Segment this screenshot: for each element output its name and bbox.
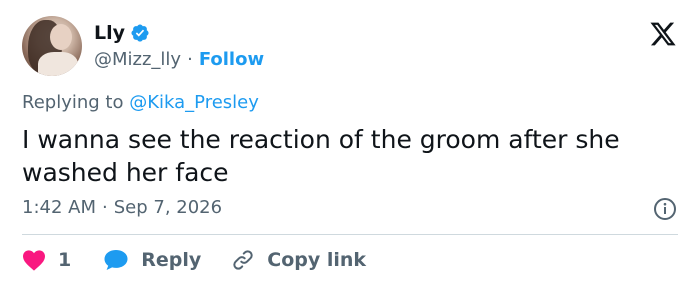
divider (22, 234, 678, 235)
verified-badge-icon (131, 24, 149, 42)
x-logo-icon[interactable] (648, 20, 678, 48)
link-icon (233, 250, 253, 270)
reply-mention-link[interactable]: @Kika_Presley (129, 92, 259, 113)
tweet-text: I wanna see the reaction of the groom af… (22, 125, 620, 187)
heart-icon (23, 250, 45, 271)
avatar[interactable] (22, 16, 82, 76)
replying-to-prefix: Replying to (22, 92, 124, 113)
copy-link-button[interactable]: Copy link (231, 248, 366, 272)
reply-label: Reply (141, 249, 202, 271)
avatar-face (50, 24, 72, 50)
tweet-date[interactable]: Sep 7, 2026 (114, 197, 222, 218)
tweet-timestamp[interactable]: 1:42 AM · Sep 7, 2026 (22, 197, 222, 218)
author-name-row: Lly (94, 20, 150, 46)
like-button[interactable]: 1 (22, 249, 71, 271)
info-icon[interactable] (653, 197, 677, 221)
author-handle-row: @Mizz_lly · Follow (94, 49, 264, 70)
copy-link-label: Copy link (267, 249, 367, 271)
author-name[interactable]: Lly (94, 22, 125, 44)
separator-dot: · (102, 197, 108, 218)
tweet-embed-card: Lly @Mizz_lly · Follow Replying to @Kika… (0, 0, 700, 287)
speech-bubble-icon (104, 250, 128, 270)
action-bar: 1 Reply Copy link (22, 246, 366, 274)
tweet-time[interactable]: 1:42 AM (22, 197, 96, 218)
like-count: 1 (58, 249, 72, 271)
replying-to-line: Replying to @Kika_Presley (22, 92, 259, 113)
author-handle[interactable]: @Mizz_lly (94, 49, 181, 70)
follow-button[interactable]: Follow (199, 49, 264, 70)
avatar-dress (38, 52, 78, 76)
reply-button[interactable]: Reply (103, 248, 201, 272)
separator-dot: · (187, 49, 193, 70)
